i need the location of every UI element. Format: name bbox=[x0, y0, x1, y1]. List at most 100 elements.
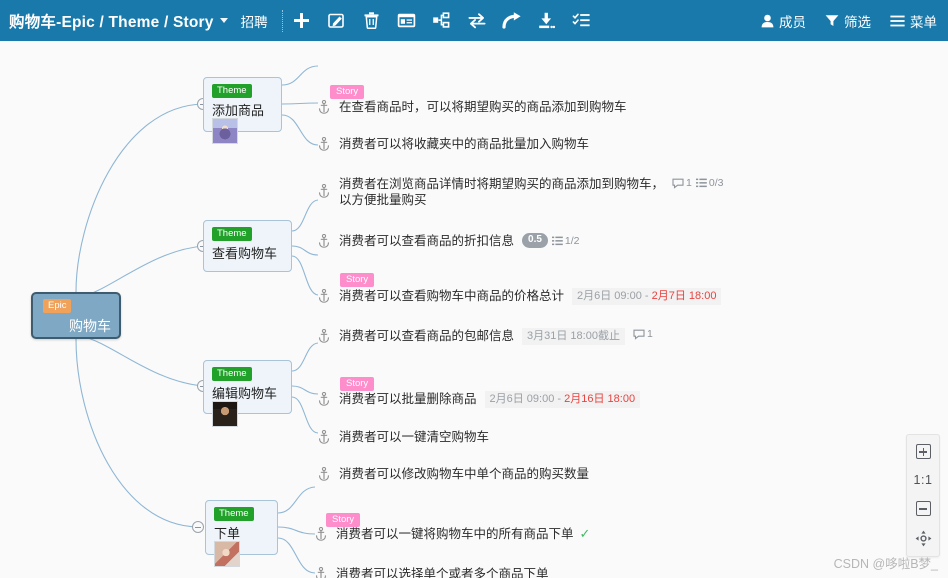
story-text: 消费者可以查看购物车中商品的价格总计 bbox=[339, 289, 565, 303]
theme-node-3[interactable]: Theme 编辑购物车 bbox=[203, 360, 292, 427]
story-item[interactable]: 在查看商品时，可以将期望购买的商品添加到购物车 bbox=[318, 99, 627, 115]
story-item[interactable]: 消费者在浏览商品详情时将期望购买的商品添加到购物车， 以方便批量购买 1 0/3 bbox=[318, 176, 723, 208]
comment-count-value: 1 bbox=[686, 177, 692, 189]
checklist-icon bbox=[695, 178, 707, 188]
story-item[interactable]: 消费者可以查看购物车中商品的价格总计 2月6日 09:00 - 2月7日 18:… bbox=[318, 288, 722, 305]
date-separator: - bbox=[641, 290, 652, 302]
root-node-label: 购物车 bbox=[69, 318, 111, 334]
story-meta: 0.5 1/2 bbox=[522, 233, 580, 248]
theme-node-label: 添加商品 bbox=[212, 103, 265, 118]
story-item[interactable]: 消费者可以一键将购物车中的所有商品下单 ✓ bbox=[315, 526, 590, 542]
story-item[interactable]: 消费者可以批量删除商品 2月6日 09:00 - 2月16日 18:00 bbox=[318, 391, 641, 408]
story-text: 在查看商品时，可以将期望购买的商品添加到购物车 bbox=[339, 100, 627, 114]
story-item[interactable]: 消费者可以修改购物车中单个商品的购买数量 bbox=[318, 466, 589, 482]
story-text: 消费者可以修改购物车中单个商品的购买数量 bbox=[339, 467, 590, 481]
card-view-button[interactable] bbox=[397, 11, 417, 31]
zoom-level-label[interactable]: 1:1 bbox=[914, 473, 933, 487]
story-points-badge: 0.5 bbox=[522, 233, 548, 248]
menu-button[interactable]: 菜单 bbox=[890, 11, 937, 31]
avatar bbox=[212, 118, 238, 144]
theme-node-4[interactable]: Theme 下单 bbox=[205, 500, 278, 567]
theme-node-2[interactable]: Theme 查看购物车 bbox=[203, 220, 292, 272]
avatar bbox=[214, 541, 240, 567]
zoom-out-button[interactable] bbox=[915, 501, 931, 516]
download-icon bbox=[539, 12, 556, 29]
page-title: 购物车-Epic / Theme / Story bbox=[9, 13, 214, 31]
checklist-icon bbox=[572, 13, 590, 27]
menu-label: 菜单 bbox=[910, 14, 937, 30]
zoom-controls: 1:1 bbox=[906, 434, 940, 557]
move-icon bbox=[915, 530, 931, 547]
theme-node-label: 下单 bbox=[214, 526, 241, 541]
theme-badge: Theme bbox=[212, 367, 252, 381]
checklist-button[interactable] bbox=[572, 11, 592, 31]
anchor-icon bbox=[318, 234, 330, 248]
anchor-icon bbox=[318, 467, 330, 481]
anchor-icon bbox=[318, 137, 330, 151]
swap-button[interactable] bbox=[467, 11, 487, 31]
zoom-in-button[interactable] bbox=[915, 444, 931, 459]
comment-count[interactable]: 1 bbox=[633, 328, 653, 340]
anchor-icon bbox=[318, 289, 330, 303]
anchor-icon bbox=[318, 329, 330, 343]
comment-icon bbox=[633, 329, 645, 340]
story-item[interactable]: 消费者可以选择单个或者多个商品下单 bbox=[315, 566, 549, 578]
download-button[interactable] bbox=[537, 11, 557, 31]
fit-to-screen-button[interactable] bbox=[915, 530, 932, 547]
members-label: 成员 bbox=[779, 14, 806, 30]
checklist-count[interactable]: 0/3 bbox=[695, 177, 724, 189]
filter-button[interactable]: 筛选 bbox=[825, 11, 871, 31]
add-node-button[interactable] bbox=[292, 11, 312, 31]
edit-node-button[interactable] bbox=[327, 11, 347, 31]
date-start: 2月6日 09:00 bbox=[577, 290, 642, 302]
story-text: 消费者可以一键将购物车中的所有商品下单 bbox=[336, 527, 574, 541]
members-button[interactable]: 成员 bbox=[761, 11, 806, 31]
checklist-count-value: 0/3 bbox=[708, 177, 724, 189]
anchor-icon bbox=[315, 567, 327, 578]
story-item[interactable]: 消费者可以查看商品的折扣信息 0.5 1/2 bbox=[318, 233, 580, 249]
theme-node-label: 查看购物车 bbox=[212, 246, 278, 261]
theme-node-1[interactable]: Theme 添加商品 bbox=[203, 77, 282, 144]
checklist-count-value: 1/2 bbox=[564, 234, 580, 247]
comment-count-value: 1 bbox=[646, 328, 653, 340]
date-range-badge: 2月6日 09:00 - 2月7日 18:00 bbox=[572, 288, 722, 305]
date-end: 2月16日 18:00 bbox=[564, 393, 636, 405]
project-subtitle[interactable]: 招聘 bbox=[241, 11, 268, 31]
document-title-block[interactable]: 购物车-Epic / Theme / Story 招聘 bbox=[0, 10, 268, 32]
done-check-icon: ✓ bbox=[579, 526, 591, 541]
story-item[interactable]: 消费者可以将收藏夹中的商品批量加入购物车 bbox=[318, 136, 589, 152]
story-item[interactable]: 消费者可以查看商品的包邮信息 3月31日 18:00截止 1 bbox=[318, 328, 653, 345]
delete-node-button[interactable] bbox=[362, 11, 382, 31]
story-text: 消费者可以查看商品的包邮信息 bbox=[339, 329, 515, 343]
anchor-icon bbox=[318, 184, 330, 198]
anchor-icon bbox=[315, 527, 327, 541]
story-badge: Story bbox=[326, 513, 361, 527]
date-start: 2月6日 09:00 bbox=[489, 393, 555, 405]
structure-button[interactable] bbox=[432, 11, 452, 31]
checklist-count[interactable]: 1/2 bbox=[551, 234, 580, 247]
anchor-icon bbox=[318, 430, 330, 444]
theme-badge: Theme bbox=[212, 84, 252, 98]
toolbar-right-group: 成员 筛选 菜单 bbox=[761, 11, 948, 31]
toolbar-divider bbox=[281, 9, 283, 32]
story-text: 消费者可以将收藏夹中的商品批量加入购物车 bbox=[339, 137, 590, 151]
story-badge: Story bbox=[340, 377, 375, 391]
mindmap-canvas[interactable]: Epic 购物车 Theme 添加商品 Story 在查看商品时，可以将期望购买… bbox=[0, 41, 948, 578]
story-item[interactable]: 消费者可以一键清空购物车 bbox=[318, 429, 489, 445]
app-toolbar: 购物车-Epic / Theme / Story 招聘 成员 筛选 菜单 bbox=[0, 0, 948, 41]
story-text: 消费者可以查看商品的折扣信息 bbox=[339, 234, 515, 248]
connector-edges bbox=[75, 65, 319, 574]
comment-count[interactable]: 1 bbox=[672, 177, 692, 189]
chevron-down-icon[interactable] bbox=[219, 18, 228, 23]
story-badge: Story bbox=[340, 273, 375, 287]
comment-icon bbox=[672, 178, 684, 189]
theme-badge: Theme bbox=[214, 507, 254, 521]
filter-icon bbox=[825, 15, 839, 26]
user-icon bbox=[761, 14, 774, 27]
anchor-icon bbox=[318, 392, 330, 406]
collapse-handle-branch-4[interactable] bbox=[192, 521, 204, 533]
date-end: 2月7日 18:00 bbox=[651, 290, 717, 302]
share-button[interactable] bbox=[502, 11, 522, 31]
story-text: 消费者可以批量删除商品 bbox=[339, 392, 477, 406]
root-node[interactable]: Epic 购物车 bbox=[31, 292, 121, 339]
